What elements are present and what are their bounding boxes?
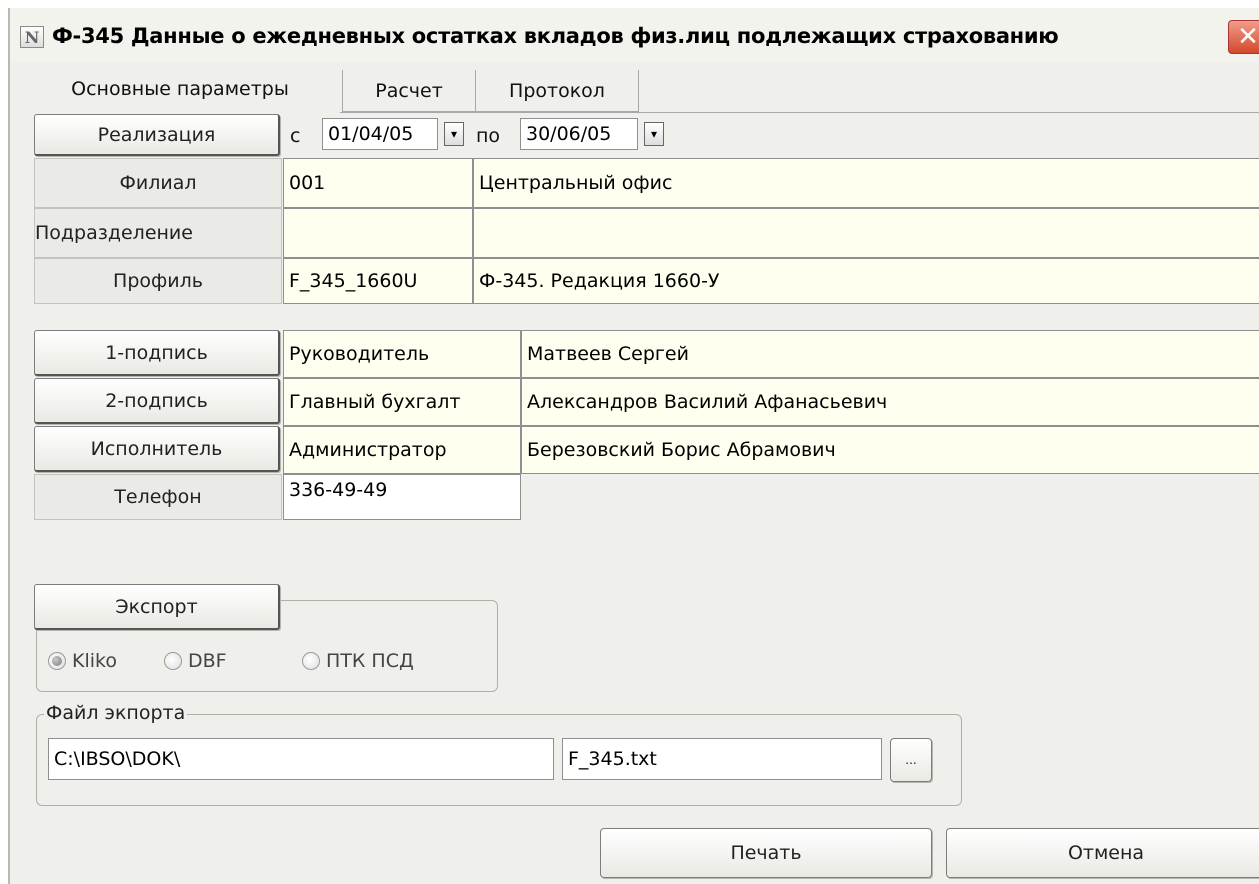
signature-2-position-field[interactable]: Главный бухгалт xyxy=(283,378,521,426)
phone-field[interactable]: 336-49-49 xyxy=(283,474,521,520)
executor-button[interactable]: Исполнитель xyxy=(34,426,280,472)
tab-bar: Основные параметры Расчет Протокол xyxy=(18,66,1258,112)
branch-code-field[interactable]: 001 xyxy=(283,158,473,208)
browse-button[interactable]: ... xyxy=(890,738,932,782)
export-file-group-label: Файл экпорта xyxy=(44,702,188,724)
export-path-field[interactable]: C:\IBSO\DOK\ xyxy=(48,738,554,780)
date-to-field[interactable]: 30/06/05 xyxy=(520,118,638,150)
signature-2-button[interactable]: 2-подпись xyxy=(34,378,280,424)
division-code-field[interactable] xyxy=(283,208,473,258)
radio-unselected-icon xyxy=(302,652,320,670)
radio-ptk-psd-label: ПТК ПСД xyxy=(326,650,414,672)
profile-label: Профиль xyxy=(34,258,282,304)
app-logo-icon: N xyxy=(20,26,44,48)
radio-kliko[interactable]: Kliko xyxy=(48,650,117,672)
tab-divider xyxy=(340,112,1259,113)
executor-position-field[interactable]: Администратор xyxy=(283,426,521,474)
cancel-button[interactable]: Отмена xyxy=(946,828,1259,878)
signature-1-name-field[interactable]: Матвеев Сергей xyxy=(521,330,1259,378)
radio-unselected-icon xyxy=(164,652,182,670)
date-to-dropdown-icon[interactable]: ▾ xyxy=(644,122,664,146)
signature-1-button[interactable]: 1-подпись xyxy=(34,330,280,376)
branch-name-field[interactable]: Центральный офис xyxy=(473,158,1259,208)
phone-label: Телефон xyxy=(34,474,282,520)
radio-dbf[interactable]: DBF xyxy=(164,650,227,672)
window-title: Ф-345 Данные о ежедневных остатках вклад… xyxy=(52,24,1059,48)
division-name-field[interactable] xyxy=(473,208,1259,258)
tab-protocol[interactable]: Протокол xyxy=(475,70,639,112)
profile-code-field[interactable]: F_345_1660U xyxy=(283,258,473,304)
tab-main-params[interactable]: Основные параметры xyxy=(18,66,342,112)
export-filename-field[interactable]: F_345.txt xyxy=(562,738,882,780)
date-from-field[interactable]: 01/04/05 xyxy=(322,118,438,150)
from-label: с xyxy=(290,125,301,147)
to-label: по xyxy=(476,125,501,147)
executor-name-field[interactable]: Березовский Борис Абрамович xyxy=(521,426,1259,474)
radio-dbf-label: DBF xyxy=(188,650,227,672)
division-label: Подразделение xyxy=(34,208,282,258)
radio-ptk-psd[interactable]: ПТК ПСД xyxy=(302,650,414,672)
signature-2-name-field[interactable]: Александров Василий Афанасьевич xyxy=(521,378,1259,426)
tab-calculation[interactable]: Расчет xyxy=(342,70,476,112)
signature-1-position-field[interactable]: Руководитель xyxy=(283,330,521,378)
profile-name-field[interactable]: Ф-345. Редакция 1660-У xyxy=(473,258,1259,304)
export-button[interactable]: Экспорт xyxy=(34,584,280,630)
realization-button[interactable]: Реализация xyxy=(34,114,280,156)
radio-selected-icon xyxy=(48,652,66,670)
dialog-window: N Ф-345 Данные о ежедневных остатках вкл… xyxy=(8,8,1259,884)
date-from-dropdown-icon[interactable]: ▾ xyxy=(444,122,464,146)
close-button[interactable]: ✕ xyxy=(1228,20,1259,54)
title-bar[interactable]: N Ф-345 Данные о ежедневных остатках вкл… xyxy=(10,8,1259,62)
print-button[interactable]: Печать xyxy=(600,828,932,878)
branch-label: Филиал xyxy=(34,158,282,208)
radio-kliko-label: Kliko xyxy=(72,650,117,672)
